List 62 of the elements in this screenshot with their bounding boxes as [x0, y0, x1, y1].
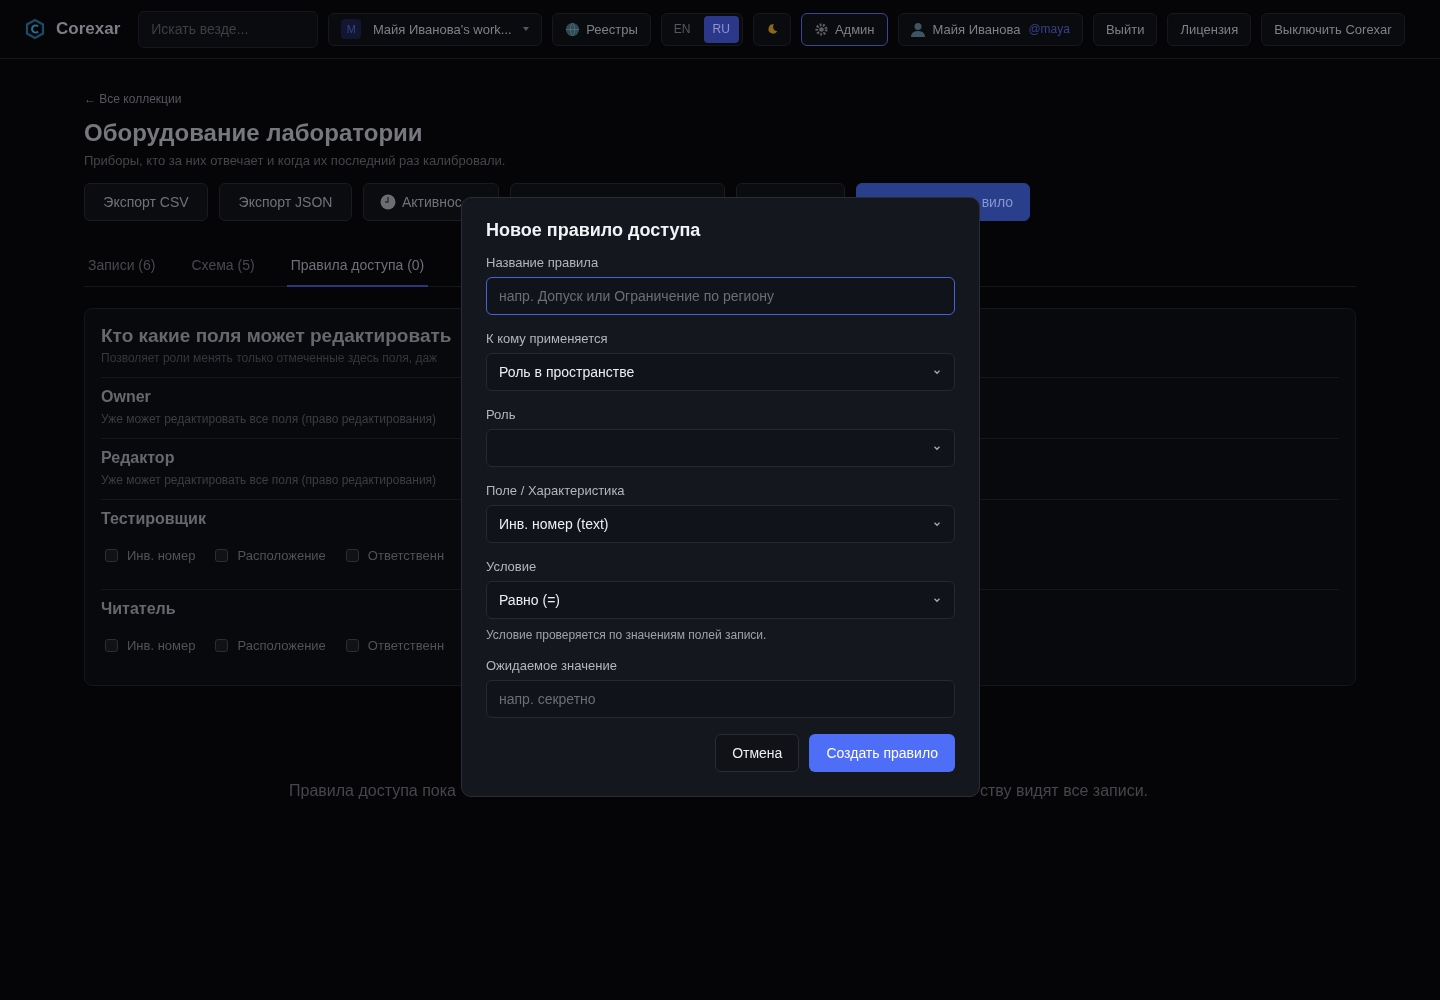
select-field[interactable]: Роль в пространстве: [486, 353, 955, 391]
select-field[interactable]: Инв. номер (text): [486, 505, 955, 543]
checkbox[interactable]: [105, 639, 118, 652]
checkbox[interactable]: [345, 549, 359, 562]
create-button[interactable]: Создать правило: [809, 734, 955, 772]
language-option[interactable]: RU: [703, 15, 739, 43]
caret-icon: [523, 27, 530, 31]
user-button[interactable]: Майя Иванова @maya: [897, 12, 1083, 46]
select-field[interactable]: Равно (=): [486, 581, 955, 619]
language-option[interactable]: EN: [664, 15, 700, 43]
role-name: Тестировщик: [101, 510, 206, 528]
theme-button[interactable]: [752, 12, 791, 46]
dialog-title: Новое правило доступа: [486, 220, 702, 241]
field-hint: Условие проверяется по значениям полей записи.: [486, 628, 768, 642]
topbar-button[interactable]: Выключить Corexar: [1261, 12, 1405, 46]
checkbox-label: Инв. номер: [127, 638, 196, 653]
empty-text: ству видят все записи.: [980, 782, 1149, 800]
checkbox-label: Ответственн: [367, 548, 445, 563]
workspace-selector[interactable]: M Майя Иванова's work...: [328, 12, 543, 46]
app-logo: Corexar: [56, 19, 121, 39]
field-label: Поле / Характеристика: [486, 483, 626, 498]
role-name: Читатель: [101, 600, 176, 618]
input-field[interactable]: напр. Допуск или Ограничение по региону: [486, 277, 955, 315]
role-name: Редактор: [101, 449, 175, 467]
logo-icon: [24, 18, 46, 40]
user-handle: @maya: [1028, 22, 1070, 36]
input-field[interactable]: напр. секретно: [486, 680, 955, 718]
gear-icon: [813, 21, 829, 37]
toolbar-button[interactable]: Экспорт CSV: [84, 183, 208, 221]
checkbox-label: Расположение: [237, 638, 326, 653]
user-icon: [910, 21, 925, 37]
field-label: Роль: [486, 407, 517, 422]
field-label: Ожидаемое значение: [486, 658, 618, 673]
checkbox[interactable]: [215, 549, 229, 562]
field-label: Название правила: [486, 255, 600, 270]
page-subtitle: Приборы, кто за них отвечает и когда их последний раз калибровали.: [84, 153, 507, 168]
role-name: Owner: [101, 388, 151, 406]
workspace-name: Майя Иванова's work...: [372, 21, 512, 37]
empty-text: Правила доступа пока: [288, 782, 457, 800]
checkbox[interactable]: [215, 639, 229, 652]
user-name: Майя Иванова: [932, 21, 1021, 37]
registries-button[interactable]: Реестры: [552, 12, 651, 46]
field-label: К кому применяется: [486, 331, 609, 346]
cancel-button[interactable]: Отмена: [715, 734, 800, 772]
checkbox-label: Инв. номер: [127, 548, 196, 563]
admin-button[interactable]: Админ: [800, 12, 888, 46]
checkbox[interactable]: [105, 549, 118, 562]
workspace-badge: M: [341, 19, 362, 39]
page-title: Оборудование лаборатории: [84, 119, 424, 147]
select-field[interactable]: [486, 429, 955, 467]
toolbar-button[interactable]: Экспорт JSON: [219, 183, 352, 221]
topbar-button[interactable]: Выйти: [1092, 12, 1158, 46]
back-link[interactable]: ← Все коллекции: [84, 92, 182, 106]
field-label: Условие: [486, 559, 538, 574]
topbar-button[interactable]: Лицензия: [1167, 12, 1252, 46]
tab[interactable]: Правила доступа (0): [286, 249, 429, 287]
checkbox-label: Ответственн: [367, 638, 445, 653]
card-title: Кто какие поля может редактировать: [101, 325, 452, 347]
clock-icon: [380, 194, 396, 210]
checkbox-label: Расположение: [237, 548, 326, 563]
globe-icon: [565, 21, 581, 37]
checkbox[interactable]: [345, 639, 359, 652]
